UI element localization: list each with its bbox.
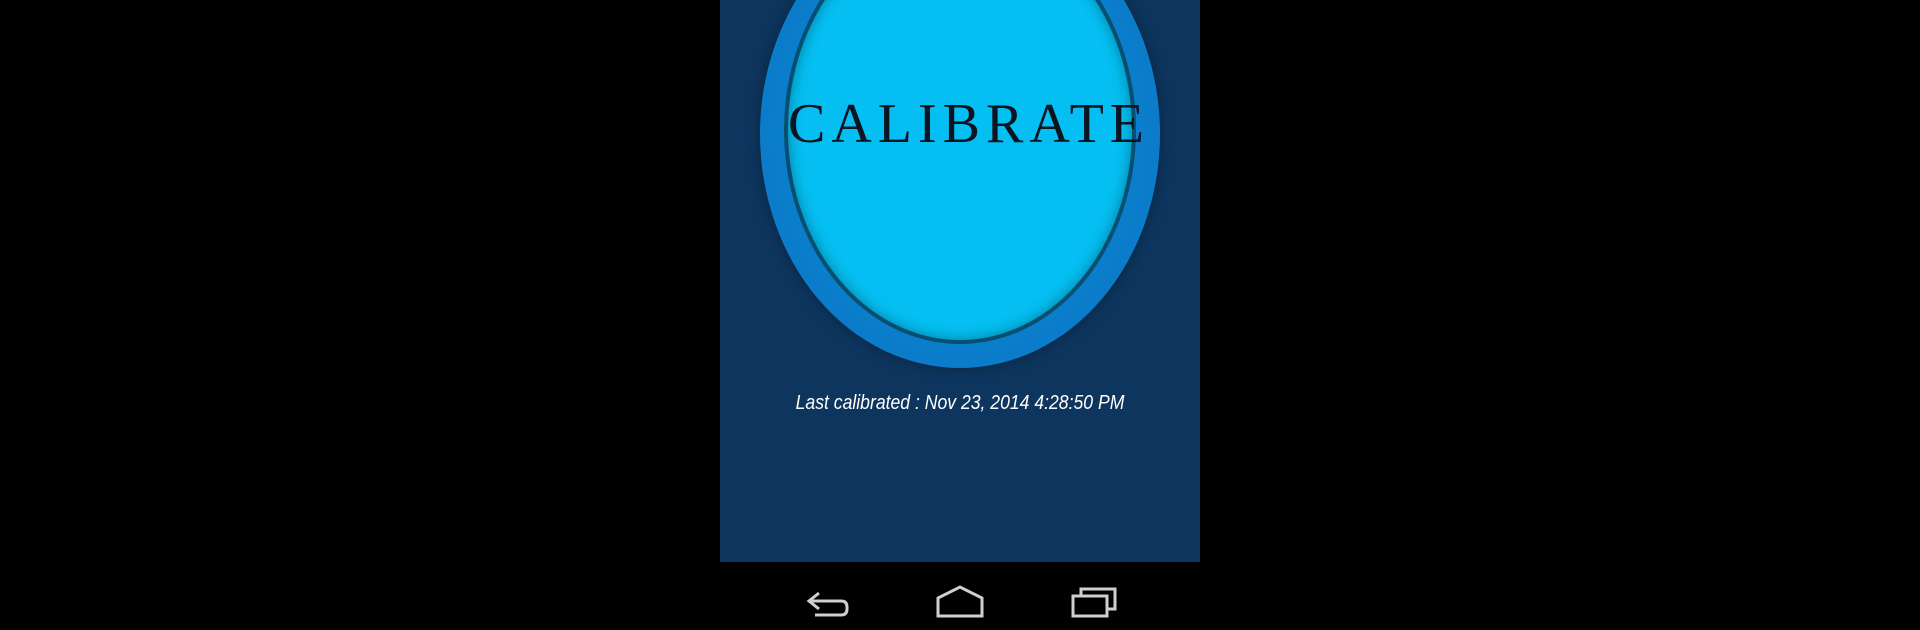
last-calibrated-text: Last calibrated : Nov 23, 2014 4:28:50 P… xyxy=(795,392,1125,414)
recents-icon xyxy=(1071,587,1117,618)
app-screen: CALIBRATE Last calibrated : Nov 23, 2014… xyxy=(720,0,1200,562)
home-icon xyxy=(936,585,984,618)
back-icon xyxy=(806,591,849,617)
calibrate-button-label: CALIBRATE xyxy=(788,93,1150,155)
calibrate-button[interactable]: CALIBRATE xyxy=(760,0,1160,368)
recents-button[interactable] xyxy=(1066,582,1122,622)
back-button[interactable] xyxy=(798,582,854,622)
calibrate-button-face[interactable]: CALIBRATE xyxy=(788,0,1150,340)
system-nav-bar xyxy=(720,562,1200,630)
home-button[interactable] xyxy=(932,582,988,622)
